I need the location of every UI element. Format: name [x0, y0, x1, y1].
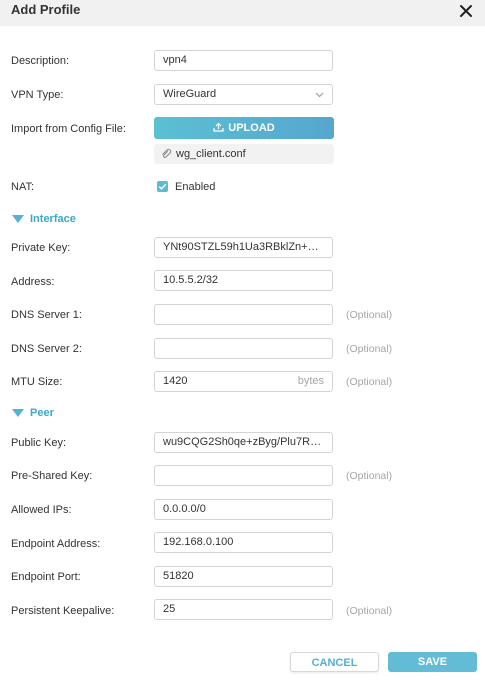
- dns-server-2-hint: (Optional): [346, 343, 393, 355]
- dns-server-1-label: DNS Server 1:: [11, 309, 82, 321]
- dns-server-1-input[interactable]: [154, 304, 333, 325]
- description-label: Description:: [11, 55, 70, 67]
- triangle-down-icon: [12, 215, 24, 223]
- nat-label: NAT:: [11, 181, 35, 193]
- dns-server-2-input[interactable]: [154, 338, 333, 359]
- triangle-down-icon: [12, 409, 24, 417]
- cancel-button[interactable]: CANCEL: [290, 652, 379, 672]
- address-label: Address:: [11, 276, 55, 288]
- mtu-input[interactable]: 1420 bytes: [154, 371, 333, 392]
- public-key-label: Public Key:: [11, 437, 67, 449]
- interface-section-title: Interface: [30, 213, 76, 225]
- persistent-keepalive-hint: (Optional): [346, 605, 393, 617]
- allowed-ips-label: Allowed IPs:: [11, 504, 72, 516]
- vpn-type-select[interactable]: WireGuard: [154, 84, 333, 105]
- upload-button[interactable]: UPLOAD: [154, 117, 334, 139]
- close-icon[interactable]: [459, 4, 473, 18]
- private-key-label: Private Key:: [11, 242, 71, 254]
- mtu-unit: bytes: [297, 375, 324, 387]
- description-input[interactable]: vpn4: [154, 50, 333, 71]
- peer-section-toggle[interactable]: Peer: [12, 407, 54, 419]
- persistent-keepalive-input[interactable]: 25: [154, 599, 333, 620]
- endpoint-address-input[interactable]: 192.168.0.100: [154, 532, 333, 553]
- paperclip-icon: [162, 148, 172, 158]
- selected-file-chip: wg_client.conf: [154, 144, 334, 164]
- endpoint-port-label: Endpoint Port:: [11, 571, 81, 583]
- dialog-header: Add Profile: [0, 0, 485, 26]
- dialog-title: Add Profile: [11, 2, 81, 17]
- nat-checkbox-label: Enabled: [175, 181, 216, 193]
- upload-label: UPLOAD: [228, 122, 275, 134]
- endpoint-port-input[interactable]: 51820: [154, 566, 333, 587]
- upload-icon: [213, 122, 224, 132]
- peer-section-title: Peer: [30, 407, 54, 419]
- dns-server-2-label: DNS Server 2:: [11, 343, 82, 355]
- nat-checkbox[interactable]: [157, 181, 168, 192]
- vpn-type-label: VPN Type:: [11, 89, 64, 101]
- persistent-keepalive-label: Persistent Keepalive:: [11, 605, 115, 617]
- endpoint-address-label: Endpoint Address:: [11, 538, 101, 550]
- interface-section-toggle[interactable]: Interface: [12, 213, 76, 225]
- chevron-down-icon: [315, 92, 324, 98]
- import-config-label: Import from Config File:: [11, 123, 126, 135]
- dns-server-1-hint: (Optional): [346, 309, 393, 321]
- check-icon: [158, 183, 167, 190]
- private-key-input[interactable]: YNt90STZL59h1Ua3RBklZn+sN...: [154, 237, 333, 258]
- save-button[interactable]: SAVE: [388, 652, 477, 672]
- preshared-key-hint: (Optional): [346, 470, 393, 482]
- mtu-label: MTU Size:: [11, 376, 63, 388]
- allowed-ips-input[interactable]: 0.0.0.0/0: [154, 499, 333, 520]
- preshared-key-input[interactable]: [154, 465, 333, 486]
- vpn-type-value: WireGuard: [163, 88, 217, 100]
- file-name: wg_client.conf: [176, 148, 246, 160]
- preshared-key-label: Pre-Shared Key:: [11, 470, 93, 482]
- address-input[interactable]: 10.5.5.2/32: [154, 270, 333, 291]
- public-key-input[interactable]: wu9CQG2Sh0qe+zByg/Plu7RK...: [154, 432, 333, 453]
- mtu-hint: (Optional): [346, 376, 393, 388]
- mtu-value: 1420: [163, 375, 188, 387]
